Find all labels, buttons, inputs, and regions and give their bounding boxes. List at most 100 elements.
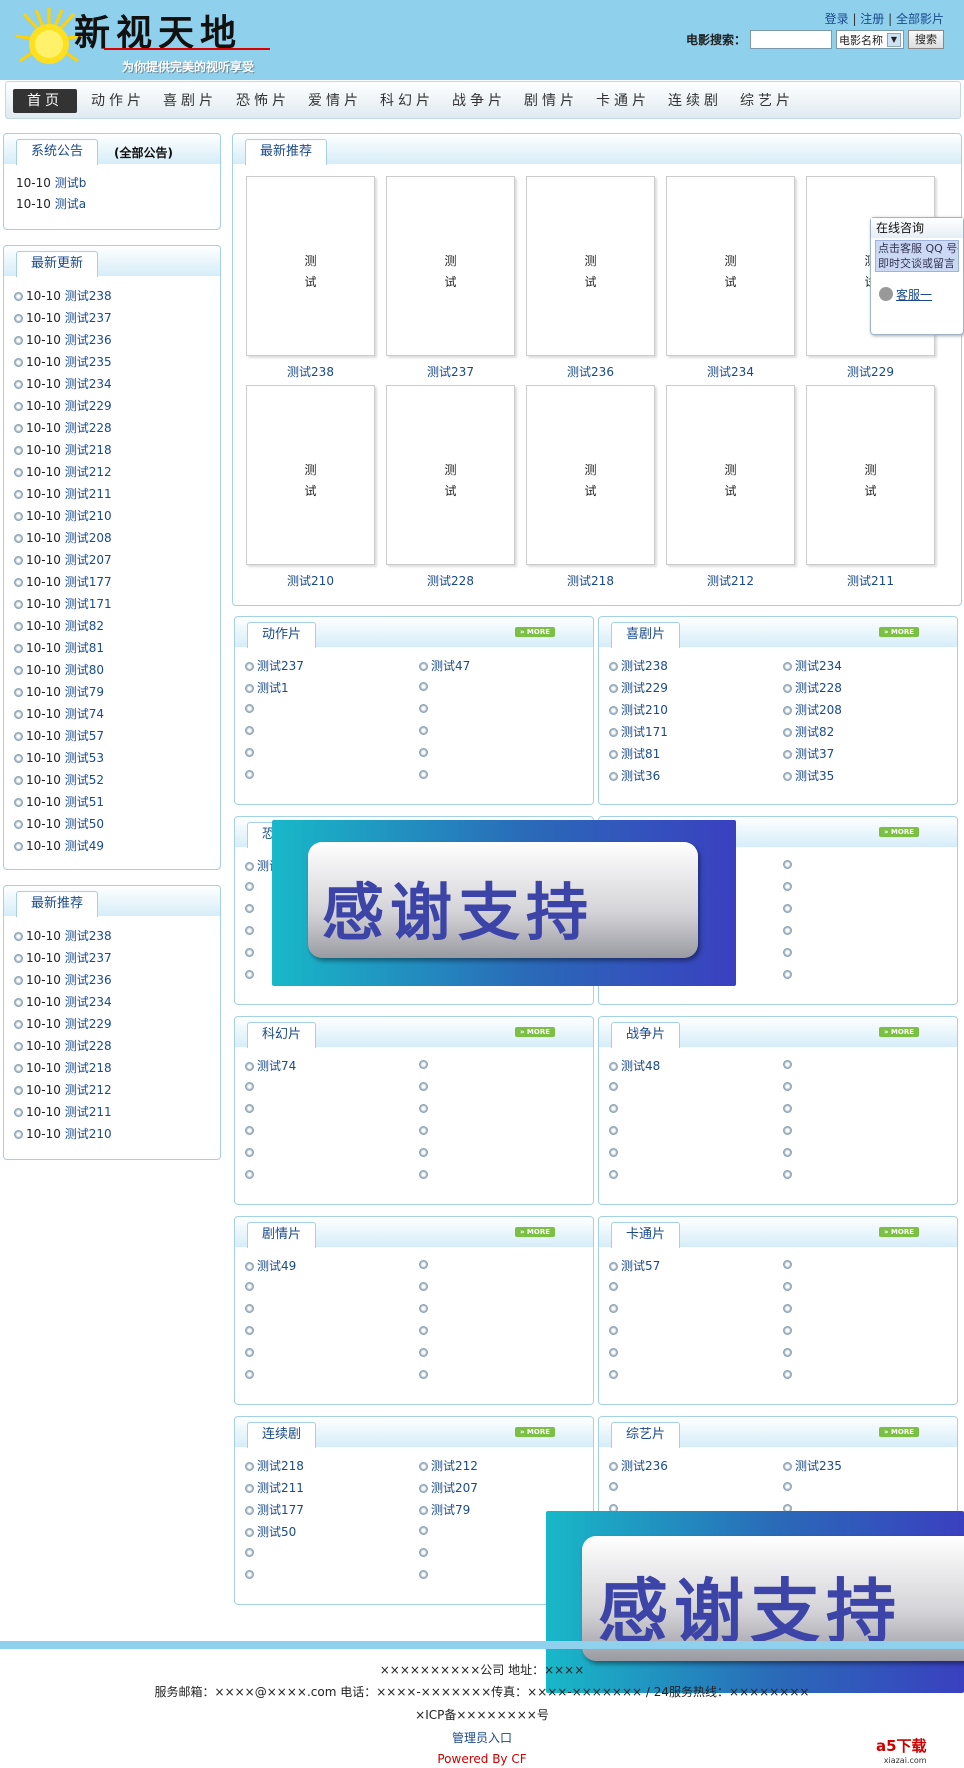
item-link[interactable]: 测试74 xyxy=(65,707,104,721)
more-link[interactable]: » MORE xyxy=(879,1227,919,1237)
nav-item[interactable]: 爱情片 xyxy=(308,89,362,113)
movie-thumb[interactable]: 测试 xyxy=(246,176,375,356)
site-logo[interactable]: 新视天地 为你提供完美的视听享受 xyxy=(14,6,314,76)
item-link[interactable]: 测试208 xyxy=(65,531,112,545)
nav-item[interactable]: 喜剧片 xyxy=(163,89,217,113)
category-item-link[interactable]: 测试48 xyxy=(621,1059,660,1073)
item-link[interactable]: 测试79 xyxy=(65,685,104,699)
item-link[interactable]: 测试212 xyxy=(65,465,112,479)
nav-item[interactable]: 恐怖片 xyxy=(236,89,290,113)
category-item-link[interactable]: 测试82 xyxy=(795,725,834,739)
item-link[interactable]: 测试211 xyxy=(65,487,112,501)
item-link[interactable]: 测试228 xyxy=(65,1039,112,1053)
category-item-link[interactable]: 测试235 xyxy=(795,1459,842,1473)
nav-item[interactable]: 连续剧 xyxy=(668,89,722,113)
notice-link[interactable]: 测试a xyxy=(55,197,86,211)
item-link[interactable]: 测试52 xyxy=(65,773,104,787)
item-link[interactable]: 测试229 xyxy=(65,399,112,413)
item-link[interactable]: 测试82 xyxy=(65,619,104,633)
more-link[interactable]: » MORE xyxy=(515,1027,555,1037)
item-link[interactable]: 测试51 xyxy=(65,795,104,809)
movie-title-link[interactable]: 测试234 xyxy=(666,363,795,380)
movie-thumb[interactable]: 测试 xyxy=(666,385,795,565)
notice-link[interactable]: 测试b xyxy=(55,176,87,190)
movie-title-link[interactable]: 测试212 xyxy=(666,572,795,589)
item-link[interactable]: 测试212 xyxy=(65,1083,112,1097)
movie-title-link[interactable]: 测试229 xyxy=(806,363,935,380)
item-link[interactable]: 测试236 xyxy=(65,333,112,347)
nav-item[interactable]: 科幻片 xyxy=(380,89,434,113)
category-item-link[interactable]: 测试236 xyxy=(621,1459,668,1473)
category-item-link[interactable]: 测试74 xyxy=(257,1059,296,1073)
more-link[interactable]: » MORE xyxy=(879,627,919,637)
nav-item[interactable]: 综艺片 xyxy=(740,89,794,113)
all-movies-link[interactable]: 全部影片 xyxy=(896,12,944,26)
movie-title-link[interactable]: 测试228 xyxy=(386,572,515,589)
item-link[interactable]: 测试81 xyxy=(65,641,104,655)
nav-item[interactable]: 战争片 xyxy=(452,89,506,113)
item-link[interactable]: 测试228 xyxy=(65,421,112,435)
consult-service-link[interactable]: 客服一 xyxy=(879,286,932,303)
category-item-link[interactable]: 测试234 xyxy=(795,659,842,673)
movie-title-link[interactable]: 测试211 xyxy=(806,572,935,589)
item-link[interactable]: 测试49 xyxy=(65,839,104,853)
item-link[interactable]: 测试207 xyxy=(65,553,112,567)
search-type-select[interactable]: 电影名称 ▼ xyxy=(836,30,904,49)
category-item-link[interactable]: 测试50 xyxy=(257,1525,296,1539)
more-link[interactable]: » MORE xyxy=(879,1427,919,1437)
category-item-link[interactable]: 测试79 xyxy=(431,1503,470,1517)
movie-thumb[interactable]: 测试 xyxy=(386,385,515,565)
more-link[interactable]: » MORE xyxy=(515,1227,555,1237)
category-item-link[interactable]: 测试47 xyxy=(431,659,470,673)
item-link[interactable]: 测试236 xyxy=(65,973,112,987)
movie-title-link[interactable]: 测试237 xyxy=(386,363,515,380)
movie-title-link[interactable]: 测试238 xyxy=(246,363,375,380)
item-link[interactable]: 测试235 xyxy=(65,355,112,369)
item-link[interactable]: 测试211 xyxy=(65,1105,112,1119)
item-link[interactable]: 测试229 xyxy=(65,1017,112,1031)
nav-item[interactable]: 剧情片 xyxy=(524,89,578,113)
category-item-link[interactable]: 测试57 xyxy=(621,1259,660,1273)
category-item-link[interactable]: 测试228 xyxy=(795,681,842,695)
item-link[interactable]: 测试218 xyxy=(65,1061,112,1075)
more-link[interactable]: » MORE xyxy=(879,827,919,837)
search-input[interactable] xyxy=(750,30,832,49)
item-link[interactable]: 测试50 xyxy=(65,817,104,831)
item-link[interactable]: 测试238 xyxy=(65,929,112,943)
movie-thumb[interactable]: 测试 xyxy=(526,385,655,565)
category-item-link[interactable]: 测试177 xyxy=(257,1503,304,1517)
category-item-link[interactable]: 测试36 xyxy=(621,769,660,783)
nav-item[interactable]: 首页 xyxy=(13,89,77,113)
category-item-link[interactable]: 测试37 xyxy=(795,747,834,761)
category-item-link[interactable]: 测试207 xyxy=(431,1481,478,1495)
more-link[interactable]: » MORE xyxy=(515,1427,555,1437)
category-item-link[interactable]: 测试49 xyxy=(257,1259,296,1273)
category-item-link[interactable]: 测试229 xyxy=(621,681,668,695)
category-item-link[interactable]: 测试218 xyxy=(257,1459,304,1473)
nav-item[interactable]: 动作片 xyxy=(91,89,145,113)
item-link[interactable]: 测试234 xyxy=(65,995,112,1009)
movie-thumb[interactable]: 测试 xyxy=(386,176,515,356)
more-link[interactable]: » MORE xyxy=(879,1027,919,1037)
item-link[interactable]: 测试210 xyxy=(65,1127,112,1141)
category-item-link[interactable]: 测试212 xyxy=(431,1459,478,1473)
thanks-banner[interactable]: 感谢支持 xyxy=(272,820,736,986)
category-item-link[interactable]: 测试171 xyxy=(621,725,668,739)
movie-title-link[interactable]: 测试218 xyxy=(526,572,655,589)
movie-title-link[interactable]: 测试210 xyxy=(246,572,375,589)
more-link[interactable]: » MORE xyxy=(515,627,555,637)
item-link[interactable]: 测试218 xyxy=(65,443,112,457)
item-link[interactable]: 测试210 xyxy=(65,509,112,523)
admin-link[interactable]: 管理员入口 xyxy=(452,1731,512,1745)
nav-item[interactable]: 卡通片 xyxy=(596,89,650,113)
category-item-link[interactable]: 测试238 xyxy=(621,659,668,673)
category-item-link[interactable]: 测试35 xyxy=(795,769,834,783)
movie-thumb[interactable]: 测试 xyxy=(246,385,375,565)
category-item-link[interactable]: 测试237 xyxy=(257,659,304,673)
item-link[interactable]: 测试238 xyxy=(65,289,112,303)
item-link[interactable]: 测试237 xyxy=(65,311,112,325)
item-link[interactable]: 测试177 xyxy=(65,575,112,589)
movie-thumb[interactable]: 测试 xyxy=(806,385,935,565)
item-link[interactable]: 测试237 xyxy=(65,951,112,965)
search-button[interactable]: 搜索 xyxy=(908,30,944,49)
